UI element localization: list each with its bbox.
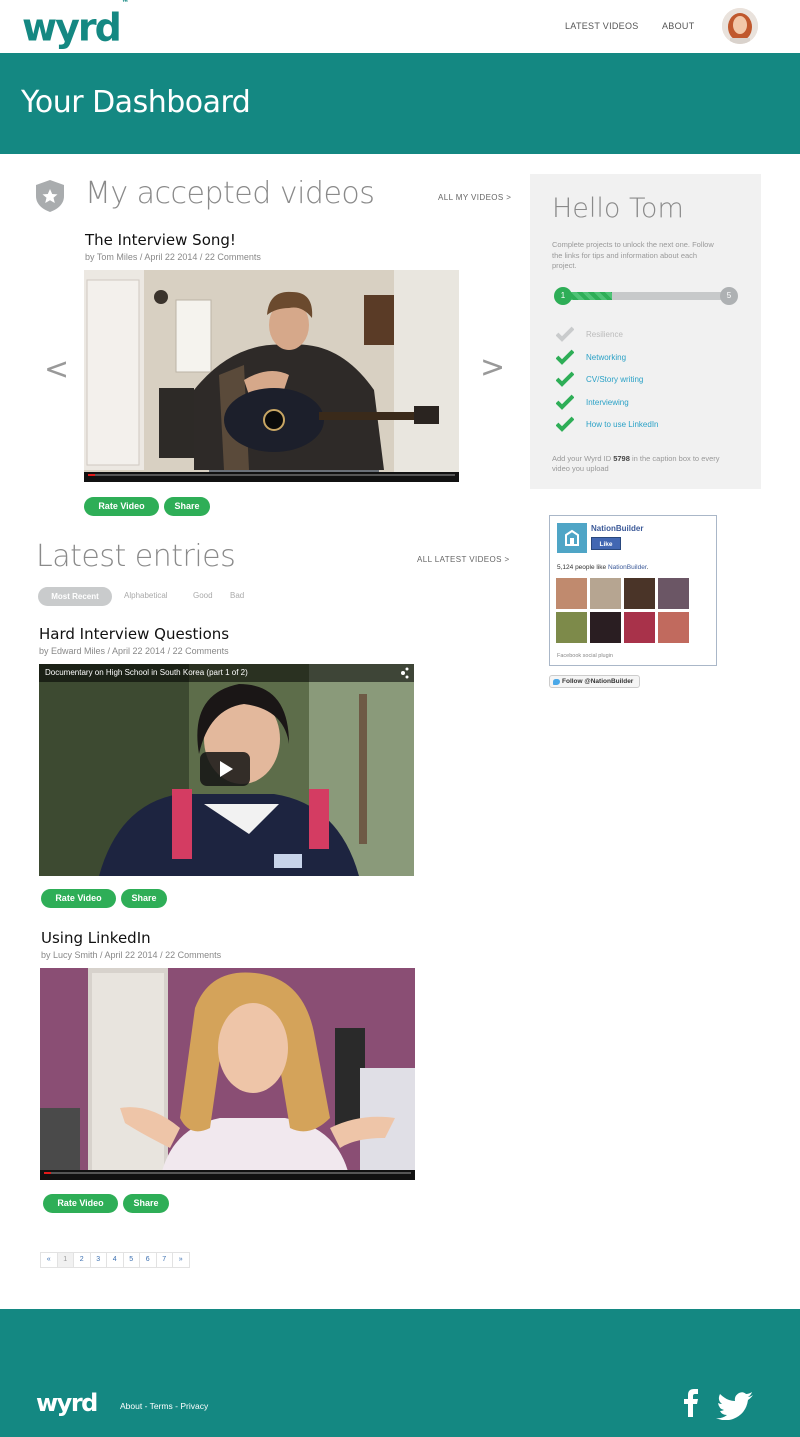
fan-avatar[interactable]: [658, 612, 689, 643]
fan-avatar[interactable]: [590, 612, 621, 643]
prev-video-arrow[interactable]: <: [44, 352, 69, 387]
page-1[interactable]: 1: [56, 1252, 74, 1268]
latest-entries-heading: Latest entries: [36, 539, 236, 574]
entry-video-player[interactable]: Documentary on High School in South Kore…: [39, 664, 414, 876]
filter-bad[interactable]: Bad: [230, 591, 244, 600]
page-next[interactable]: »: [172, 1252, 190, 1268]
next-video-arrow[interactable]: >: [480, 350, 505, 385]
fan-avatar[interactable]: [556, 612, 587, 643]
project-item-label[interactable]: Interviewing: [586, 398, 629, 407]
entry-video-player[interactable]: [40, 968, 415, 1180]
nav-about[interactable]: ABOUT: [662, 21, 695, 31]
page-prev[interactable]: «: [40, 1252, 58, 1268]
entry-title[interactable]: Hard Interview Questions: [39, 625, 229, 643]
star-badge-icon: [32, 178, 68, 214]
page-6[interactable]: 6: [139, 1252, 157, 1268]
fb-like-button[interactable]: Like: [591, 537, 621, 550]
page-4[interactable]: 4: [106, 1252, 124, 1268]
embed-video-title[interactable]: Documentary on High School in South Kore…: [45, 668, 248, 677]
dashboard-banner: Your Dashboard: [0, 53, 800, 154]
project-item-label[interactable]: Networking: [586, 353, 626, 362]
checkmark-icon: [556, 371, 574, 387]
project-item-label[interactable]: Resilience: [586, 330, 623, 339]
hello-card: Hello Tom Complete projects to unlock th…: [530, 174, 761, 489]
progress-end-dot: 5: [720, 287, 738, 305]
footer-terms-link[interactable]: Terms: [150, 1401, 173, 1411]
entry-meta: by Edward Miles / April 22 2014 / 22 Com…: [39, 646, 229, 656]
wyrd-logo[interactable]: wyrd™: [22, 0, 129, 50]
filter-most-recent[interactable]: Most Recent: [38, 587, 112, 606]
nav-latest-videos[interactable]: LATEST VIDEOS: [565, 21, 639, 31]
share-button[interactable]: Share: [123, 1194, 169, 1213]
fb-page-name[interactable]: NationBuilder: [591, 524, 643, 533]
footer-privacy-link[interactable]: Privacy: [180, 1401, 208, 1411]
project-item[interactable]: Interviewing: [556, 394, 756, 410]
share-button[interactable]: Share: [121, 889, 167, 908]
rate-video-button[interactable]: Rate Video: [84, 497, 159, 516]
twitter-follow-button[interactable]: Follow @NationBuilder: [549, 675, 640, 688]
wyrd-id: 5798: [613, 454, 630, 463]
accepted-videos-heading: My accepted videos: [85, 176, 375, 211]
fb-like-count: 5,124 people like NationBuilder.: [557, 564, 649, 571]
project-progress-bar: [562, 292, 730, 300]
accepted-video-player[interactable]: [84, 270, 459, 482]
entry-title[interactable]: Using LinkedIn: [41, 929, 151, 947]
all-latest-videos-link[interactable]: ALL LATEST VIDEOS >: [417, 555, 510, 564]
footer-links: About - Terms - Privacy: [120, 1401, 209, 1411]
filter-alphabetical[interactable]: Alphabetical: [124, 591, 168, 600]
accepted-video-title[interactable]: The Interview Song!: [85, 231, 236, 249]
hello-intro: Complete projects to unlock the next one…: [552, 240, 714, 270]
checkmark-icon: [556, 416, 574, 432]
fan-avatar[interactable]: [590, 578, 621, 609]
project-item[interactable]: CV/Story writing: [556, 371, 756, 387]
project-item-label[interactable]: How to use LinkedIn: [586, 420, 659, 429]
checkmark-icon: [556, 326, 574, 342]
rate-video-button[interactable]: Rate Video: [43, 1194, 118, 1213]
twitter-bird-icon: [553, 679, 560, 685]
project-item-label[interactable]: CV/Story writing: [586, 375, 643, 384]
page-title: Your Dashboard: [21, 85, 251, 120]
page-5[interactable]: 5: [122, 1252, 140, 1268]
page-3[interactable]: 3: [89, 1252, 107, 1268]
entry-meta: by Lucy Smith / April 22 2014 / 22 Comme…: [41, 950, 222, 960]
fb-social-plugin-label[interactable]: Facebook social plugin: [557, 653, 613, 659]
video-controls-bar[interactable]: [84, 472, 459, 482]
nationbuilder-logo-icon[interactable]: [557, 523, 587, 553]
all-my-videos-link[interactable]: ALL MY VIDEOS >: [438, 193, 511, 202]
project-item[interactable]: Networking: [556, 349, 756, 365]
checkmark-icon: [556, 394, 574, 410]
project-item[interactable]: How to use LinkedIn: [556, 416, 756, 432]
page-7[interactable]: 7: [155, 1252, 173, 1268]
page-2[interactable]: 2: [73, 1252, 91, 1268]
footer: wyrd About - Terms - Privacy: [0, 1309, 800, 1437]
twitter-icon[interactable]: [716, 1392, 754, 1421]
pagination: « 1 2 3 4 5 6 7 »: [40, 1252, 190, 1268]
fb-fan-faces: [556, 578, 712, 643]
top-navbar: wyrd™ LATEST VIDEOS ABOUT: [0, 0, 800, 53]
fan-avatar[interactable]: [556, 578, 587, 609]
rate-video-button[interactable]: Rate Video: [41, 889, 116, 908]
checkmark-icon: [556, 349, 574, 365]
filter-good[interactable]: Good: [193, 591, 213, 600]
progress-start-dot: 1: [554, 287, 572, 305]
facebook-icon[interactable]: [683, 1389, 699, 1417]
footer-about-link[interactable]: About: [120, 1401, 142, 1411]
fan-avatar[interactable]: [624, 578, 655, 609]
fan-avatar[interactable]: [658, 578, 689, 609]
fan-avatar[interactable]: [624, 612, 655, 643]
footer-logo[interactable]: wyrd: [36, 1389, 98, 1417]
user-avatar[interactable]: [722, 8, 758, 44]
facebook-like-box: NationBuilder Like 5,124 people like Nat…: [549, 515, 717, 666]
hello-title: Hello Tom: [552, 193, 684, 224]
video-controls-bar[interactable]: [40, 1170, 415, 1180]
accepted-video-meta: by Tom Miles / April 22 2014 / 22 Commen…: [85, 252, 261, 262]
wyrd-id-note: Add your Wyrd ID 5798 in the caption box…: [552, 454, 720, 473]
share-button[interactable]: Share: [164, 497, 210, 516]
project-item[interactable]: Resilience: [556, 326, 756, 342]
